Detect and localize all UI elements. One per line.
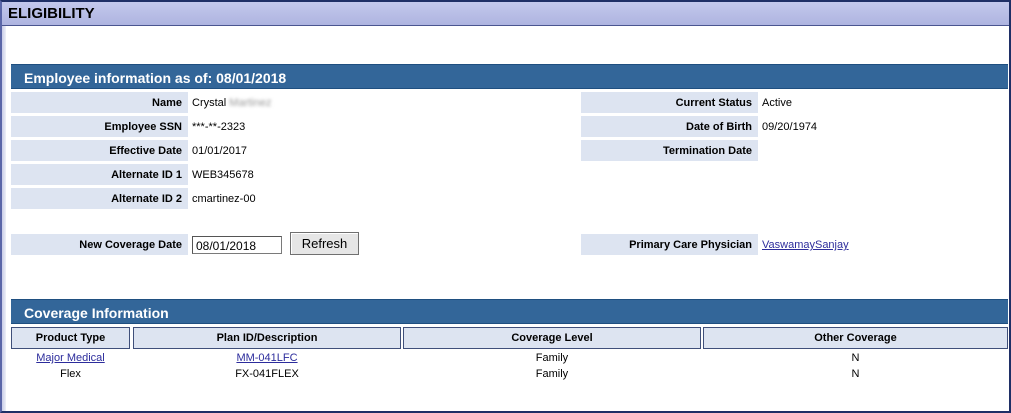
effective-date-value: 01/01/2017 [192,145,248,157]
table-row-1-product: Major Medical [11,350,130,366]
product-link-major-medical[interactable]: Major Medical [36,352,104,364]
current-status-value: Active [762,97,792,109]
ssn-label: Employee SSN [11,116,188,137]
alternate-id-1-label: Alternate ID 1 [11,164,188,185]
new-coverage-date-label: New Coverage Date [11,234,188,255]
name-label: Name [11,92,188,113]
title-bar: ELIGIBILITY [2,2,1009,26]
name-value: Crystal Martinez [188,92,388,113]
table-row-2-product: Flex [60,368,81,380]
left-border-strip [2,26,6,411]
table-row-1-plan: MM-041LFC [133,350,401,366]
alternate-id-2-value: cmartinez-00 [192,193,256,205]
coverage-info-heading: Coverage Information [11,299,1008,324]
termination-date-label: Termination Date [581,140,758,161]
current-status-label: Current Status [581,92,758,113]
eligibility-window: ELIGIBILITY Employee information as of: … [0,0,1011,413]
table-row-2-plan: FX-041FLEX [235,368,299,380]
column-header-plan-id: Plan ID/Description [133,327,401,349]
column-header-coverage-level: Coverage Level [403,327,701,349]
employee-info-heading: Employee information as of: 08/01/2018 [11,64,1008,89]
table-row-2-level: Family [535,368,569,380]
effective-date-label: Effective Date [11,140,188,161]
new-coverage-date-input[interactable]: 08/01/2018 [192,236,282,254]
refresh-button[interactable]: Refresh [290,232,359,255]
termination-date-value [758,140,958,161]
pcp-label: Primary Care Physician [581,234,758,255]
plan-link-mm-041lfc[interactable]: MM-041LFC [236,352,297,364]
window-title: ELIGIBILITY [8,5,95,22]
table-row-1-level: Family [535,352,569,364]
column-header-product-type: Product Type [11,327,130,349]
date-of-birth-value: 09/20/1974 [762,121,818,133]
table-row-2-other: N [851,368,860,380]
first-name: Crystal [192,97,227,109]
pcp-value-cell: VaswamaySanjay [758,234,958,255]
column-header-other-coverage: Other Coverage [703,327,1008,349]
pcp-link[interactable]: VaswamaySanjay [762,239,849,251]
alternate-id-2-label: Alternate ID 2 [11,188,188,209]
ssn-value: ***-**-2323 [192,121,246,133]
date-of-birth-label: Date of Birth [581,116,758,137]
table-row-1-other: N [851,352,860,364]
last-name-redacted: Martinez [229,97,272,109]
alternate-id-1-value: WEB345678 [192,169,254,181]
